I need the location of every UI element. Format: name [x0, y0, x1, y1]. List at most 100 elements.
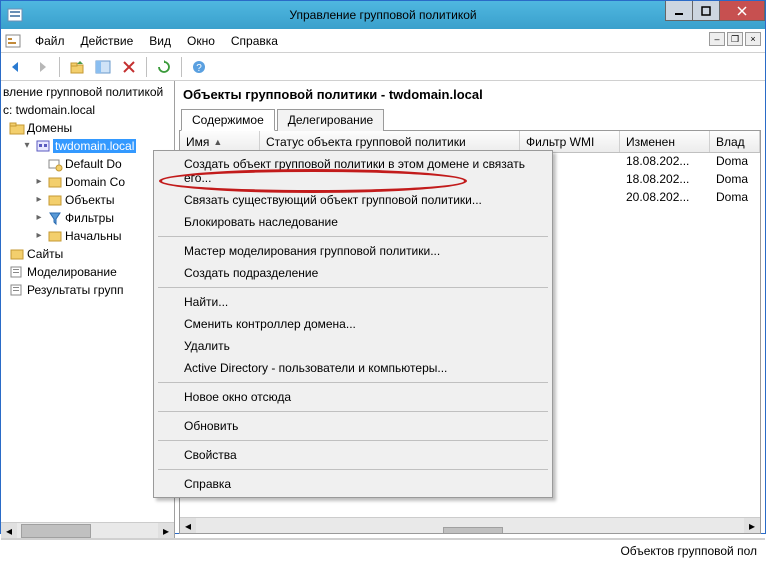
- mdi-close-button[interactable]: ×: [745, 32, 761, 46]
- tree-modeling-label: Моделирование: [27, 265, 117, 279]
- ctx-separator: [158, 411, 548, 412]
- cell-modified: 20.08.202...: [620, 189, 710, 207]
- expander-icon[interactable]: ▸: [33, 194, 45, 206]
- tree-item-label: Объекты: [65, 193, 115, 207]
- tree-item[interactable]: ▸ Фильтры: [3, 209, 174, 227]
- ctx-delete[interactable]: Удалить: [156, 335, 550, 357]
- column-name-label: Имя: [186, 135, 209, 149]
- tree-forest[interactable]: с: twdomain.local: [3, 101, 174, 119]
- tab-delegation[interactable]: Делегирование: [277, 109, 384, 131]
- wmi-filter-icon: [47, 210, 63, 226]
- scroll-thumb[interactable]: [443, 527, 503, 535]
- tree-item-label: Начальны: [65, 229, 122, 243]
- ctx-refresh[interactable]: Обновить: [156, 415, 550, 437]
- cell-owner: Doma: [710, 189, 760, 207]
- menu-window[interactable]: Окно: [179, 32, 223, 50]
- back-button[interactable]: [5, 56, 27, 78]
- column-owner[interactable]: Влад: [710, 131, 760, 152]
- up-button[interactable]: [66, 56, 88, 78]
- mdi-minimize-button[interactable]: ‒: [709, 32, 725, 46]
- ctx-new-window[interactable]: Новое окно отсюда: [156, 386, 550, 408]
- tree-domains[interactable]: Домены: [3, 119, 174, 137]
- cell-modified: 18.08.202...: [620, 171, 710, 189]
- tree-item[interactable]: ▸ Начальны: [3, 227, 174, 245]
- ctx-separator: [158, 287, 548, 288]
- expander-icon[interactable]: ▸: [33, 212, 45, 224]
- cell-modified: 18.08.202...: [620, 153, 710, 171]
- tree-item[interactable]: Default Do: [3, 155, 174, 173]
- menu-view[interactable]: Вид: [141, 32, 179, 50]
- tree-forest-label: с: twdomain.local: [3, 103, 95, 117]
- column-modified[interactable]: Изменен: [620, 131, 710, 152]
- ctx-separator: [158, 469, 548, 470]
- delete-button[interactable]: [118, 56, 140, 78]
- grid-hscrollbar[interactable]: ◂ ▸: [180, 517, 760, 533]
- scroll-left-icon[interactable]: ◂: [1, 523, 17, 539]
- tab-contents[interactable]: Содержимое: [181, 109, 275, 131]
- tree-root[interactable]: вление групповой политикой: [3, 83, 174, 101]
- results-icon: [9, 282, 25, 298]
- starter-gpo-icon: [47, 228, 63, 244]
- tree-item-label: Default Do: [65, 157, 122, 171]
- tree-domain-selected[interactable]: ▾ twdomain.local: [3, 137, 174, 155]
- scroll-thumb[interactable]: [21, 524, 91, 538]
- scroll-right-icon[interactable]: ▸: [744, 518, 760, 534]
- close-button[interactable]: [719, 1, 765, 21]
- folder-icon: [9, 120, 25, 136]
- help-button[interactable]: ?: [188, 56, 210, 78]
- sites-icon: [9, 246, 25, 262]
- maximize-button[interactable]: [692, 1, 720, 21]
- content-title: Объекты групповой политики - twdomain.lo…: [179, 85, 761, 108]
- scroll-left-icon[interactable]: ◂: [180, 518, 196, 534]
- menu-file[interactable]: Файл: [27, 32, 73, 50]
- mdi-controls: ‒ ❐ ×: [709, 32, 761, 46]
- window-controls: [666, 1, 765, 21]
- tree-item[interactable]: ▸ Объекты: [3, 191, 174, 209]
- modeling-icon: [9, 264, 25, 280]
- show-hide-tree-button[interactable]: [92, 56, 114, 78]
- column-status[interactable]: Статус объекта групповой политики: [260, 131, 520, 152]
- menu-action[interactable]: Действие: [73, 32, 142, 50]
- tree-hscrollbar[interactable]: ◂ ▸: [1, 522, 174, 538]
- ctx-change-dc[interactable]: Сменить контроллер домена...: [156, 313, 550, 335]
- refresh-button[interactable]: [153, 56, 175, 78]
- title-bar: Управление групповой политикой: [1, 1, 765, 29]
- ctx-new-ou[interactable]: Создать подразделение: [156, 262, 550, 284]
- svg-text:?: ?: [196, 63, 202, 74]
- status-bar: Объектов групповой пол: [1, 539, 765, 561]
- scroll-right-icon[interactable]: ▸: [158, 523, 174, 539]
- ctx-find[interactable]: Найти...: [156, 291, 550, 313]
- toolbar-separator: [146, 57, 147, 77]
- tree-sites[interactable]: Сайты: [3, 245, 174, 263]
- tree-item[interactable]: ▸ Domain Co: [3, 173, 174, 191]
- menu-help[interactable]: Справка: [223, 32, 286, 50]
- tab-strip: Содержимое Делегирование: [179, 108, 761, 131]
- ctx-aduc[interactable]: Active Directory - пользователи и компью…: [156, 357, 550, 379]
- ctx-create-and-link[interactable]: Создать объект групповой политики в этом…: [156, 153, 550, 189]
- context-menu: Создать объект групповой политики в этом…: [153, 150, 553, 498]
- ctx-separator: [158, 440, 548, 441]
- ctx-separator: [158, 382, 548, 383]
- expander-icon[interactable]: ▸: [33, 230, 45, 242]
- ctx-modeling-wizard[interactable]: Мастер моделирования групповой политики.…: [156, 240, 550, 262]
- forward-button[interactable]: [31, 56, 53, 78]
- expander-icon[interactable]: ▸: [33, 176, 45, 188]
- tree-modeling[interactable]: Моделирование: [3, 263, 174, 281]
- domain-icon: [35, 138, 51, 154]
- toolbar: ?: [1, 53, 765, 81]
- expander-icon[interactable]: ▾: [21, 140, 33, 152]
- ctx-block-inheritance[interactable]: Блокировать наследование: [156, 211, 550, 233]
- tree-results[interactable]: Результаты групп: [3, 281, 174, 299]
- ou-icon: [47, 174, 63, 190]
- menu-bar: Файл Действие Вид Окно Справка ‒ ❐ ×: [1, 29, 765, 53]
- status-text: Объектов групповой пол: [620, 544, 757, 558]
- column-name[interactable]: Имя ▲: [180, 131, 260, 152]
- tree-item-label: Фильтры: [65, 211, 114, 225]
- ctx-properties[interactable]: Свойства: [156, 444, 550, 466]
- column-wmi[interactable]: Фильтр WMI: [520, 131, 620, 152]
- mdi-restore-button[interactable]: ❐: [727, 32, 743, 46]
- minimize-button[interactable]: [665, 1, 693, 21]
- window-title: Управление групповой политикой: [289, 8, 476, 22]
- ctx-help[interactable]: Справка: [156, 473, 550, 495]
- ctx-link-existing[interactable]: Связать существующий объект групповой по…: [156, 189, 550, 211]
